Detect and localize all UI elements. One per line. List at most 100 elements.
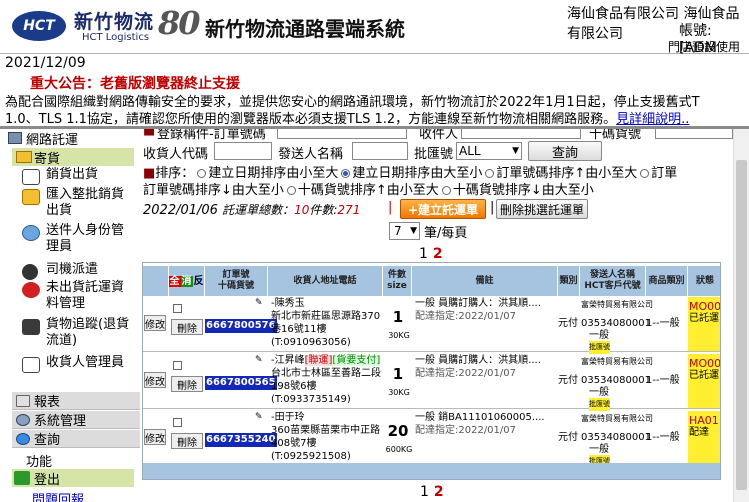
system-title: 新竹物流通路雲端系統 (205, 17, 405, 41)
edit-button[interactable]: 修改 (144, 429, 166, 445)
sidebar-item-receiver-manager[interactable]: 收貨人管理員 (18, 355, 136, 373)
select-all-button[interactable]: 全 (168, 275, 181, 287)
sort-option-label: 訂單號碼排序↓由大至小 (143, 183, 284, 198)
sender-name: 富榮特貿易有限公司 (581, 357, 653, 366)
sort-radio-order-asc[interactable] (485, 169, 495, 178)
create-order-button[interactable]: +建立託運單 (400, 199, 486, 219)
recipient-address-2: 巷16號11樓 (271, 324, 327, 335)
sidebar-item-unshipped[interactable]: 未出貨託運資料管理 (18, 280, 136, 312)
header-product-type: 商品類別 (646, 266, 688, 296)
print-icon[interactable]: ✎ (255, 355, 263, 365)
header-blank (143, 266, 169, 296)
page-size-select[interactable]: 7 ▼ (389, 222, 420, 240)
sidebar-section-label: 系統管理 (34, 414, 87, 429)
summary-date: 2022/01/06 (143, 203, 218, 218)
filter-recipient-input[interactable] (461, 129, 581, 139)
sort-option-label: 十碼貨號排序↑由小至大 (297, 183, 439, 198)
delivery-date: 配達指定:2022/01/07 (415, 311, 517, 322)
sidebar-item-batch-import[interactable]: 匯入整批銷貨出貨 (18, 187, 136, 219)
pager-page-1[interactable]: 1 (419, 246, 428, 262)
remark-text: 一般 員購訂購人：洪其順.... (415, 355, 541, 366)
table-row: 修改 刪除 ✎ 6667800576 -陳秀玉 新北市新莊區思源路370 巷16號11樓 (T… (143, 297, 720, 354)
sidebar-section-report[interactable]: 報表 (12, 392, 140, 410)
filter-tracking-input[interactable] (655, 129, 733, 139)
recipient-name: -田于玲 (271, 412, 305, 423)
store-default-tip: 門店預設使用 (668, 40, 741, 54)
relay-tag: [聯運] (304, 355, 333, 366)
contact-card-icon (22, 357, 40, 373)
notice-detail-link[interactable]: 見詳細說明.. (616, 112, 689, 127)
document-edit-icon (22, 169, 40, 185)
sender-name: 富榮特貿易有限公司 (581, 300, 653, 309)
pager-page-2[interactable]: 2 (433, 246, 443, 262)
sidebar-item-tracking[interactable]: 貨物追蹤(退貨流道) (18, 317, 136, 349)
sort-radio-date-desc[interactable] (341, 169, 351, 178)
sort-option-label: 十碼貨號排序↓由大至小 (452, 183, 594, 198)
order-number[interactable]: 6667800576 (205, 319, 277, 333)
delete-selected-button[interactable]: 刪除挑選託運單 (496, 199, 588, 219)
receiver-code-input[interactable] (214, 142, 272, 160)
sidebar-feedback-link[interactable]: 問題回報 (32, 489, 84, 502)
status-badge: MO00 已託運 (688, 354, 720, 408)
delete-button[interactable]: 刪除 (171, 319, 203, 335)
batch-select[interactable]: ALL ▼ (456, 142, 522, 160)
sort-radio-date-asc[interactable] (197, 169, 207, 178)
delivery-date: 配達指定:2022/01/07 (415, 368, 517, 379)
person-icon (22, 225, 40, 241)
sidebar-shipping[interactable]: 寄貨 (12, 148, 134, 167)
sidebar-section-label: 報表 (34, 395, 61, 410)
brand-name-en: HCT Logistics (82, 32, 150, 43)
hct-logo[interactable]: HCT (12, 11, 66, 41)
print-icon[interactable]: ✎ (255, 298, 263, 308)
notice-text-line2: 1.0、TLS 1.1協定，請確認您所使用的瀏覽器版本必須支援TLS 1.2，方… (5, 108, 689, 127)
sidebar-item-sales-out[interactable]: 銷貨出貨 (18, 167, 142, 185)
header-order-no: 訂單號 十碼貨號 (205, 266, 268, 296)
summary-line: 2022/01/06 託運單總數：10件數:271 (143, 201, 360, 218)
row-checkbox[interactable] (173, 418, 182, 427)
clear-selection-button[interactable]: 消 (180, 275, 193, 287)
table-row: 修改 刪除 ✎ 6667355240 -田于玲 360苗栗縣苗栗市中正路 408號7樓 (T:… (143, 411, 720, 468)
sidebar-section-system[interactable]: 系統管理 (12, 411, 140, 429)
reverse-selection-button[interactable]: 反 (193, 276, 205, 287)
summary-total: 10 (294, 203, 310, 217)
scrollbar-thumb[interactable] (736, 160, 747, 490)
sidebar-function-label: 功能 (26, 455, 53, 470)
pieces-count: 1 (392, 365, 404, 383)
edit-button[interactable]: 修改 (144, 372, 166, 388)
edit-button[interactable]: 修改 (144, 315, 166, 331)
pager-page-1[interactable]: 1 (420, 484, 429, 500)
category: 元付 (558, 318, 578, 329)
recipient-name-line: -田于玲 (271, 411, 305, 424)
sort-radio-track-asc[interactable] (286, 186, 296, 195)
folder-icon (8, 132, 22, 144)
sidebar-item-label: 匯入整批銷貨出貨 (46, 187, 125, 218)
row-checkbox[interactable] (173, 304, 182, 313)
filter-marker: ■ (143, 129, 156, 138)
pager-page-2[interactable]: 2 (434, 484, 444, 500)
order-number[interactable]: 6667355240 (205, 433, 277, 447)
page-size-suffix: 筆/每頁 (424, 226, 468, 241)
sort-radio-track-desc[interactable] (441, 186, 451, 195)
delete-button[interactable]: 刪除 (171, 433, 203, 449)
sidebar-logout[interactable]: 登出 (12, 469, 134, 488)
product-type: 1--一般 (646, 375, 680, 386)
batch-tag: 批匯號 (589, 398, 610, 411)
print-icon[interactable]: ✎ (255, 412, 263, 422)
filter-order-no-input[interactable] (277, 129, 407, 139)
page-size-value: 7 (394, 224, 402, 238)
sort-radio-order-desc[interactable] (640, 169, 650, 178)
sender-name-input[interactable] (352, 142, 408, 160)
row-checkbox[interactable] (173, 361, 182, 370)
truck-icon (22, 319, 40, 335)
sidebar-section-query[interactable]: 查詢 (12, 430, 140, 448)
sidebar-online-order[interactable]: 網路託運 (0, 129, 142, 148)
sidebar-item-driver-dispatch[interactable]: 司機派遣 (18, 262, 142, 280)
sidebar-item-sender-manager[interactable]: 送件人身份管理員 (18, 223, 136, 255)
query-button[interactable]: 查詢 (528, 141, 602, 161)
sidebar-item-label: 司機派遣 (46, 262, 99, 277)
delivery-date: 配達指定:2022/01/07 (415, 425, 517, 436)
mail-import-icon (22, 189, 40, 205)
summary-count-label: 件數: (309, 203, 338, 217)
delete-button[interactable]: 刪除 (171, 376, 203, 392)
order-number[interactable]: 6667800565 (205, 376, 277, 390)
